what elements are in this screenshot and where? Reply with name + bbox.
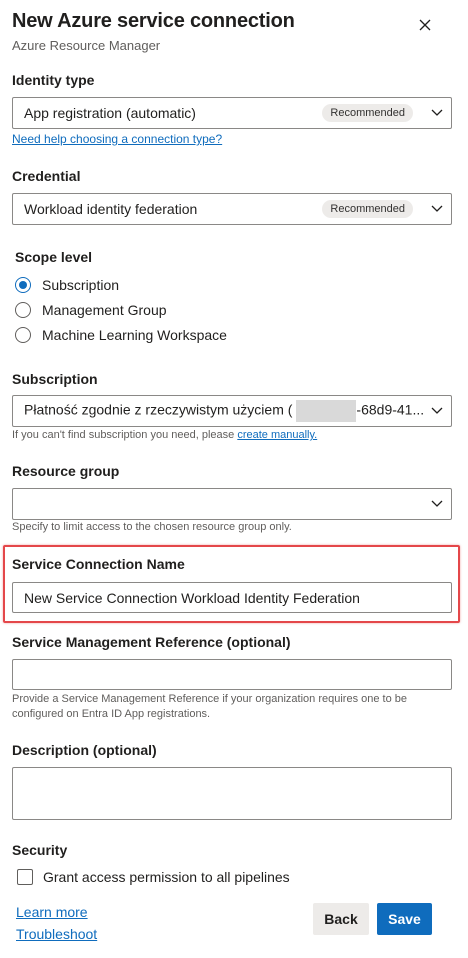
subscription-value: Płatność zgodnie z rzeczywistym użyciem … <box>24 400 423 422</box>
subscription-help: If you can't find subscription you need,… <box>12 429 317 441</box>
radio-label: Management Group <box>42 302 167 318</box>
service-management-reference-label: Service Management Reference (optional) <box>12 634 291 650</box>
scope-level-label: Scope level <box>15 249 93 265</box>
description-label: Description (optional) <box>12 742 157 758</box>
subscription-name: Płatność zgodnie z rzeczywistym użyciem … <box>24 401 293 418</box>
subscription-label: Subscription <box>12 371 98 387</box>
recommended-badge: Recommended <box>322 200 413 218</box>
help-line: configured on Entra ID App registrations… <box>12 708 211 720</box>
close-icon <box>419 19 431 31</box>
back-button[interactable]: Back <box>313 903 369 935</box>
service-management-reference-help: Provide a Service Management Reference i… <box>12 692 407 722</box>
save-button[interactable]: Save <box>377 903 432 935</box>
troubleshoot-link[interactable]: Troubleshoot <box>16 926 97 942</box>
radio-button[interactable] <box>15 327 31 343</box>
security-label: Security <box>12 842 68 858</box>
close-button[interactable] <box>414 14 436 36</box>
panel-title: New Azure service connection <box>12 10 295 32</box>
resource-group-dropdown[interactable] <box>12 488 452 520</box>
chevron-down-icon <box>423 396 451 426</box>
checkbox[interactable] <box>17 869 33 885</box>
identity-type-label: Identity type <box>12 72 95 88</box>
subscription-help-text: If you can't find subscription you need,… <box>12 429 235 441</box>
radio-button[interactable] <box>15 302 31 318</box>
resource-group-label: Resource group <box>12 463 120 479</box>
radio-management-group[interactable]: Management Group <box>15 302 167 318</box>
chevron-down-icon <box>423 194 451 224</box>
credential-value: Workload identity federation <box>24 201 198 217</box>
panel-subtitle: Azure Resource Manager <box>12 38 161 53</box>
service-management-reference-input[interactable] <box>12 659 452 690</box>
recommended-badge: Recommended <box>322 104 413 122</box>
chevron-down-icon <box>423 489 451 519</box>
radio-ml-workspace[interactable]: Machine Learning Workspace <box>15 327 227 343</box>
learn-more-link[interactable]: Learn more <box>16 904 88 920</box>
grant-access-label: Grant access permission to all pipelines <box>43 869 290 885</box>
radio-button-checked[interactable] <box>15 277 31 293</box>
identity-type-value: App registration (automatic) <box>24 105 196 121</box>
radio-label: Subscription <box>42 277 120 293</box>
chevron-down-icon <box>423 98 451 128</box>
credential-dropdown[interactable]: Workload identity federation Recommended <box>12 193 452 225</box>
description-textarea[interactable] <box>12 767 452 820</box>
create-manually-link[interactable]: create manually. <box>237 429 317 441</box>
grant-access-checkbox-row[interactable]: Grant access permission to all pipelines <box>17 869 290 885</box>
radio-label: Machine Learning Workspace <box>42 327 227 343</box>
identity-type-dropdown[interactable]: App registration (automatic) Recommended <box>12 97 452 129</box>
service-connection-name-value: New Service Connection Workload Identity… <box>24 589 360 606</box>
help-line: Provide a Service Management Reference i… <box>12 693 408 705</box>
subscription-id-suffix: -68d9-41... <box>356 401 423 418</box>
redacted-block <box>296 400 357 422</box>
radio-subscription[interactable]: Subscription <box>15 277 119 293</box>
subscription-dropdown[interactable]: Płatność zgodnie z rzeczywistym użyciem … <box>12 395 452 427</box>
service-connection-name-input[interactable]: New Service Connection Workload Identity… <box>12 582 452 613</box>
connection-type-help-link[interactable]: Need help choosing a connection type? <box>12 132 222 146</box>
credential-label: Credential <box>12 168 81 184</box>
service-connection-name-label: Service Connection Name <box>12 556 185 572</box>
resource-group-help: Specify to limit access to the chosen re… <box>12 521 292 533</box>
